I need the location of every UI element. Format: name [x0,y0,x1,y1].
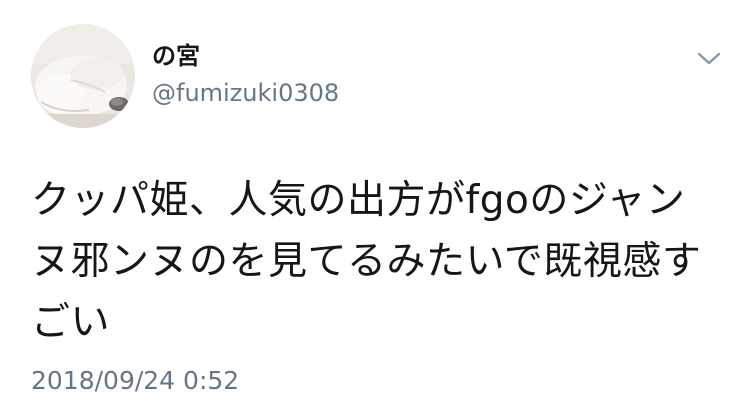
author-handle[interactable]: @fumizuki0308 [152,79,339,107]
tweet-text: クッパ姫、人気の出方がfgoのジャンヌ邪ンヌのを見てるみたいで既視感すごい [31,178,702,345]
tweet-timestamp[interactable]: 2018/09/24 0:52 [31,366,239,396]
author-display-name[interactable]: の宮 [152,42,200,70]
chevron-down-icon[interactable] [695,50,723,68]
author-avatar[interactable] [31,24,135,128]
cat-avatar-icon [31,24,135,128]
tweet-card: の宮 @fumizuki0308 クッパ姫、人気の出方がfgoのジャンヌ邪ンヌの… [0,0,750,403]
